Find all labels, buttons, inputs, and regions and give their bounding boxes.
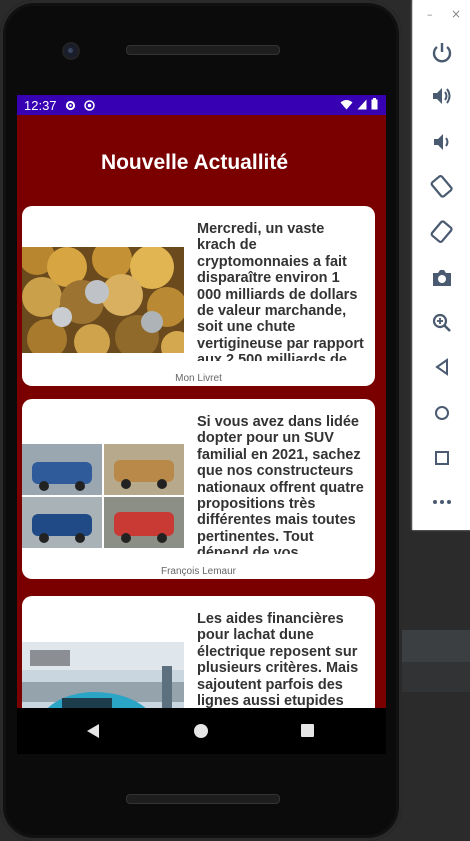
status-bar: 12:37 bbox=[17, 95, 386, 115]
rotate-left-icon[interactable] bbox=[430, 174, 454, 198]
article-summary: Mercredi, un vaste krach de cryptomonnai… bbox=[197, 221, 364, 361]
electric-car-image bbox=[22, 642, 184, 708]
battery-icon bbox=[371, 98, 378, 110]
volume-up-icon[interactable] bbox=[430, 84, 454, 108]
article-author: Mon Livret bbox=[175, 373, 222, 384]
page-title: Nouvelle Actuallité bbox=[100, 151, 289, 174]
camera-icon[interactable] bbox=[430, 266, 454, 290]
article-summary: Si vous avez dans lidée dopter pour un S… bbox=[197, 414, 364, 554]
data-saver-icon bbox=[83, 99, 95, 111]
front-camera bbox=[62, 42, 80, 60]
news-card[interactable]: Si vous avez dans lidée dopter pour un S… bbox=[22, 399, 375, 579]
news-card[interactable]: Les aides financières pour lachat dune é… bbox=[22, 596, 375, 708]
signal-icon bbox=[357, 99, 367, 109]
suv-collage-image bbox=[22, 444, 184, 548]
app-header: Nouvelle Actuallité bbox=[17, 115, 386, 211]
status-icons bbox=[340, 98, 378, 110]
settings-icon bbox=[65, 100, 76, 111]
ide-panel bbox=[400, 630, 470, 662]
news-card[interactable]: Mercredi, un vaste krach de cryptomonnai… bbox=[22, 206, 375, 386]
more-icon[interactable] bbox=[430, 490, 454, 514]
crypto-coins-image bbox=[22, 247, 184, 353]
back-icon[interactable] bbox=[87, 724, 99, 738]
power-icon[interactable] bbox=[430, 41, 454, 65]
article-author: François Lemaur bbox=[160, 566, 237, 577]
bottom-speaker bbox=[126, 794, 280, 804]
phone-screen: 12:37 Nouvelle Actuallité Mercredi, un v… bbox=[17, 95, 386, 708]
navigation-bar bbox=[17, 708, 386, 754]
wifi-icon bbox=[340, 99, 353, 109]
home-icon[interactable] bbox=[430, 401, 454, 425]
emulator-toolbar: – × bbox=[412, 0, 470, 530]
ide-panel-lower bbox=[400, 662, 470, 692]
back-icon[interactable] bbox=[430, 355, 454, 379]
minimize-button[interactable]: – bbox=[427, 8, 433, 21]
window-controls: – × bbox=[413, 7, 470, 26]
rotate-right-icon[interactable] bbox=[430, 220, 454, 244]
home-icon[interactable] bbox=[194, 724, 208, 738]
earpiece-speaker bbox=[126, 45, 280, 55]
zoom-icon[interactable] bbox=[430, 311, 454, 335]
phone-frame: 12:37 Nouvelle Actuallité Mercredi, un v… bbox=[0, 0, 402, 841]
status-time: 12:37 bbox=[24, 97, 57, 113]
close-button[interactable]: × bbox=[451, 7, 461, 21]
recents-icon[interactable] bbox=[301, 724, 314, 737]
overview-icon[interactable] bbox=[430, 446, 454, 470]
volume-down-icon[interactable] bbox=[430, 130, 454, 154]
article-summary: Les aides financières pour lachat dune é… bbox=[197, 611, 359, 708]
